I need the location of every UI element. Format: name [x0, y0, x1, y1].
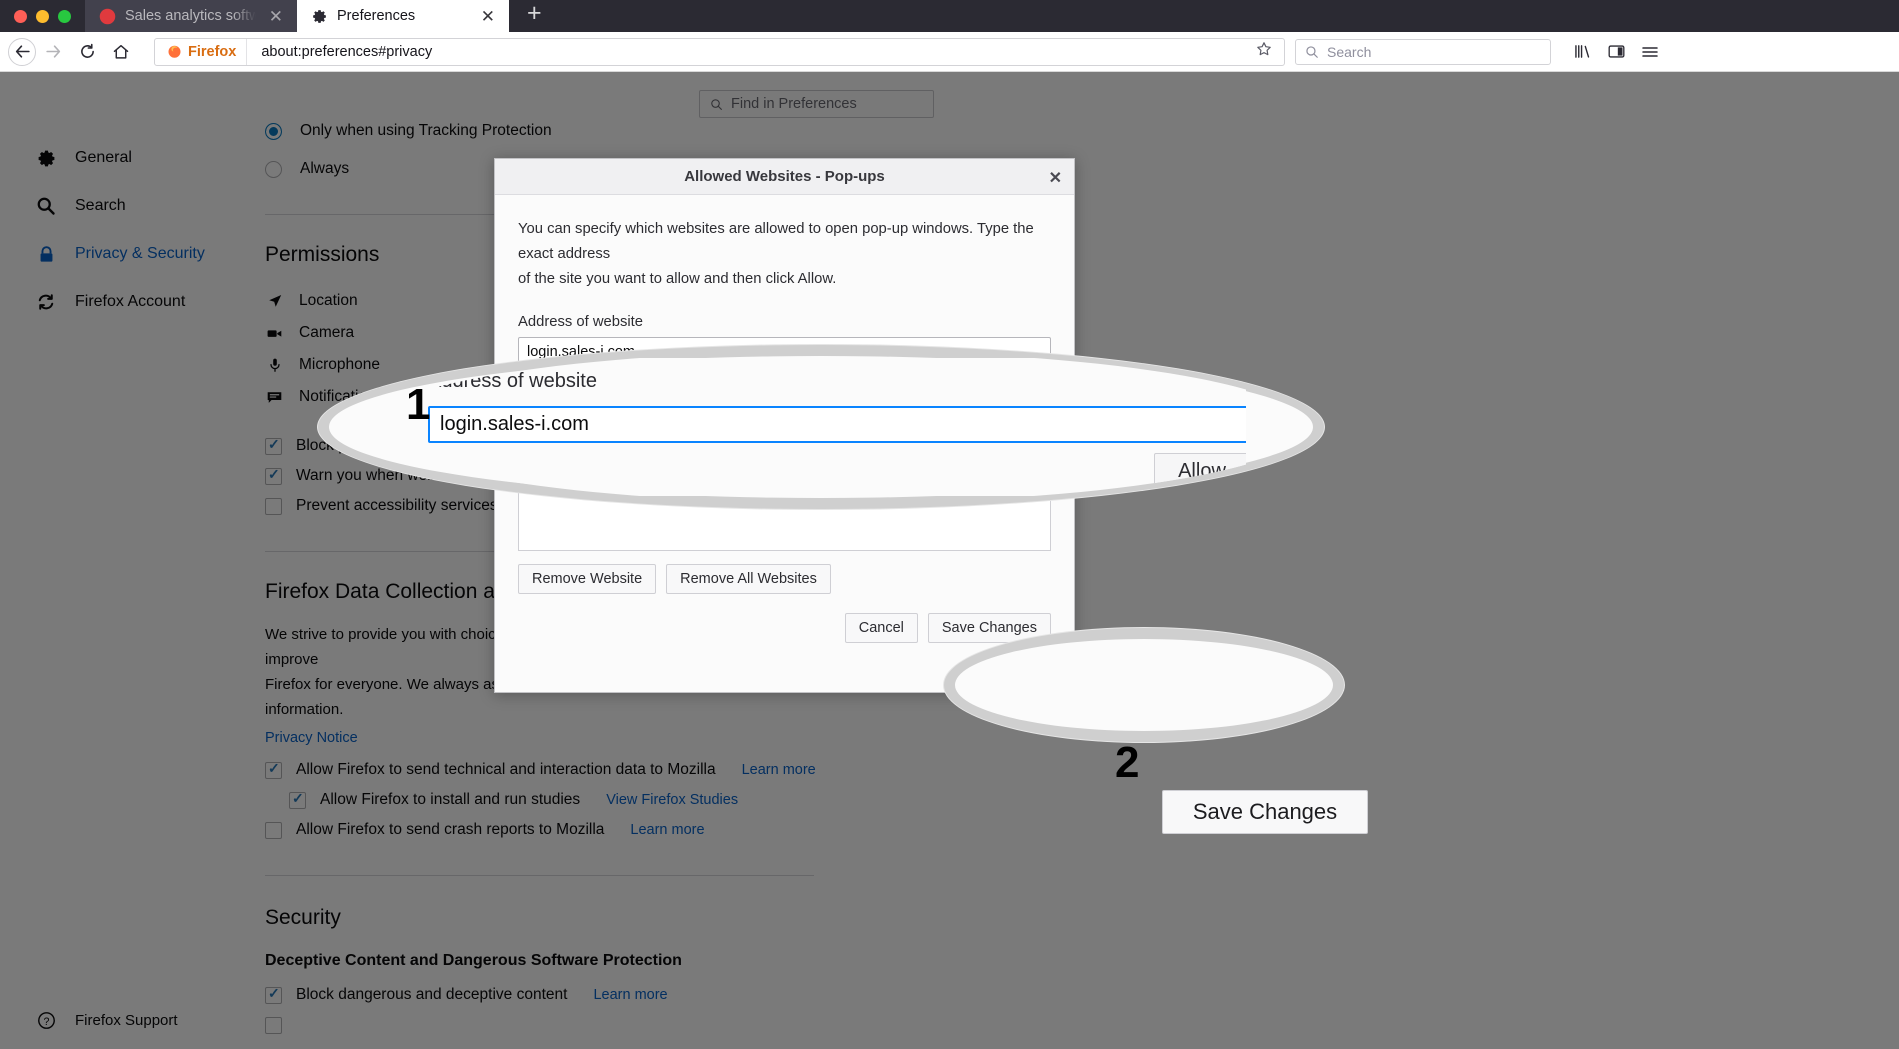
callout-2-content[interactable]: Save Changes: [1162, 790, 1368, 834]
annotation-layer: Address of website login.sales-i.com All…: [0, 0, 1899, 1049]
callout-1-content: Address of website login.sales-i.com All…: [396, 358, 1246, 496]
callout-address-value: login.sales-i.com: [440, 413, 589, 435]
callout-2-magnifier: [944, 628, 1344, 742]
callout-number-1: 1: [406, 380, 431, 429]
browser-window: Sales analytics software for who ✕ Prefe…: [0, 0, 1899, 1049]
callout-address-input[interactable]: login.sales-i.com: [428, 406, 1246, 443]
callout-number-2: 2: [1115, 738, 1140, 787]
